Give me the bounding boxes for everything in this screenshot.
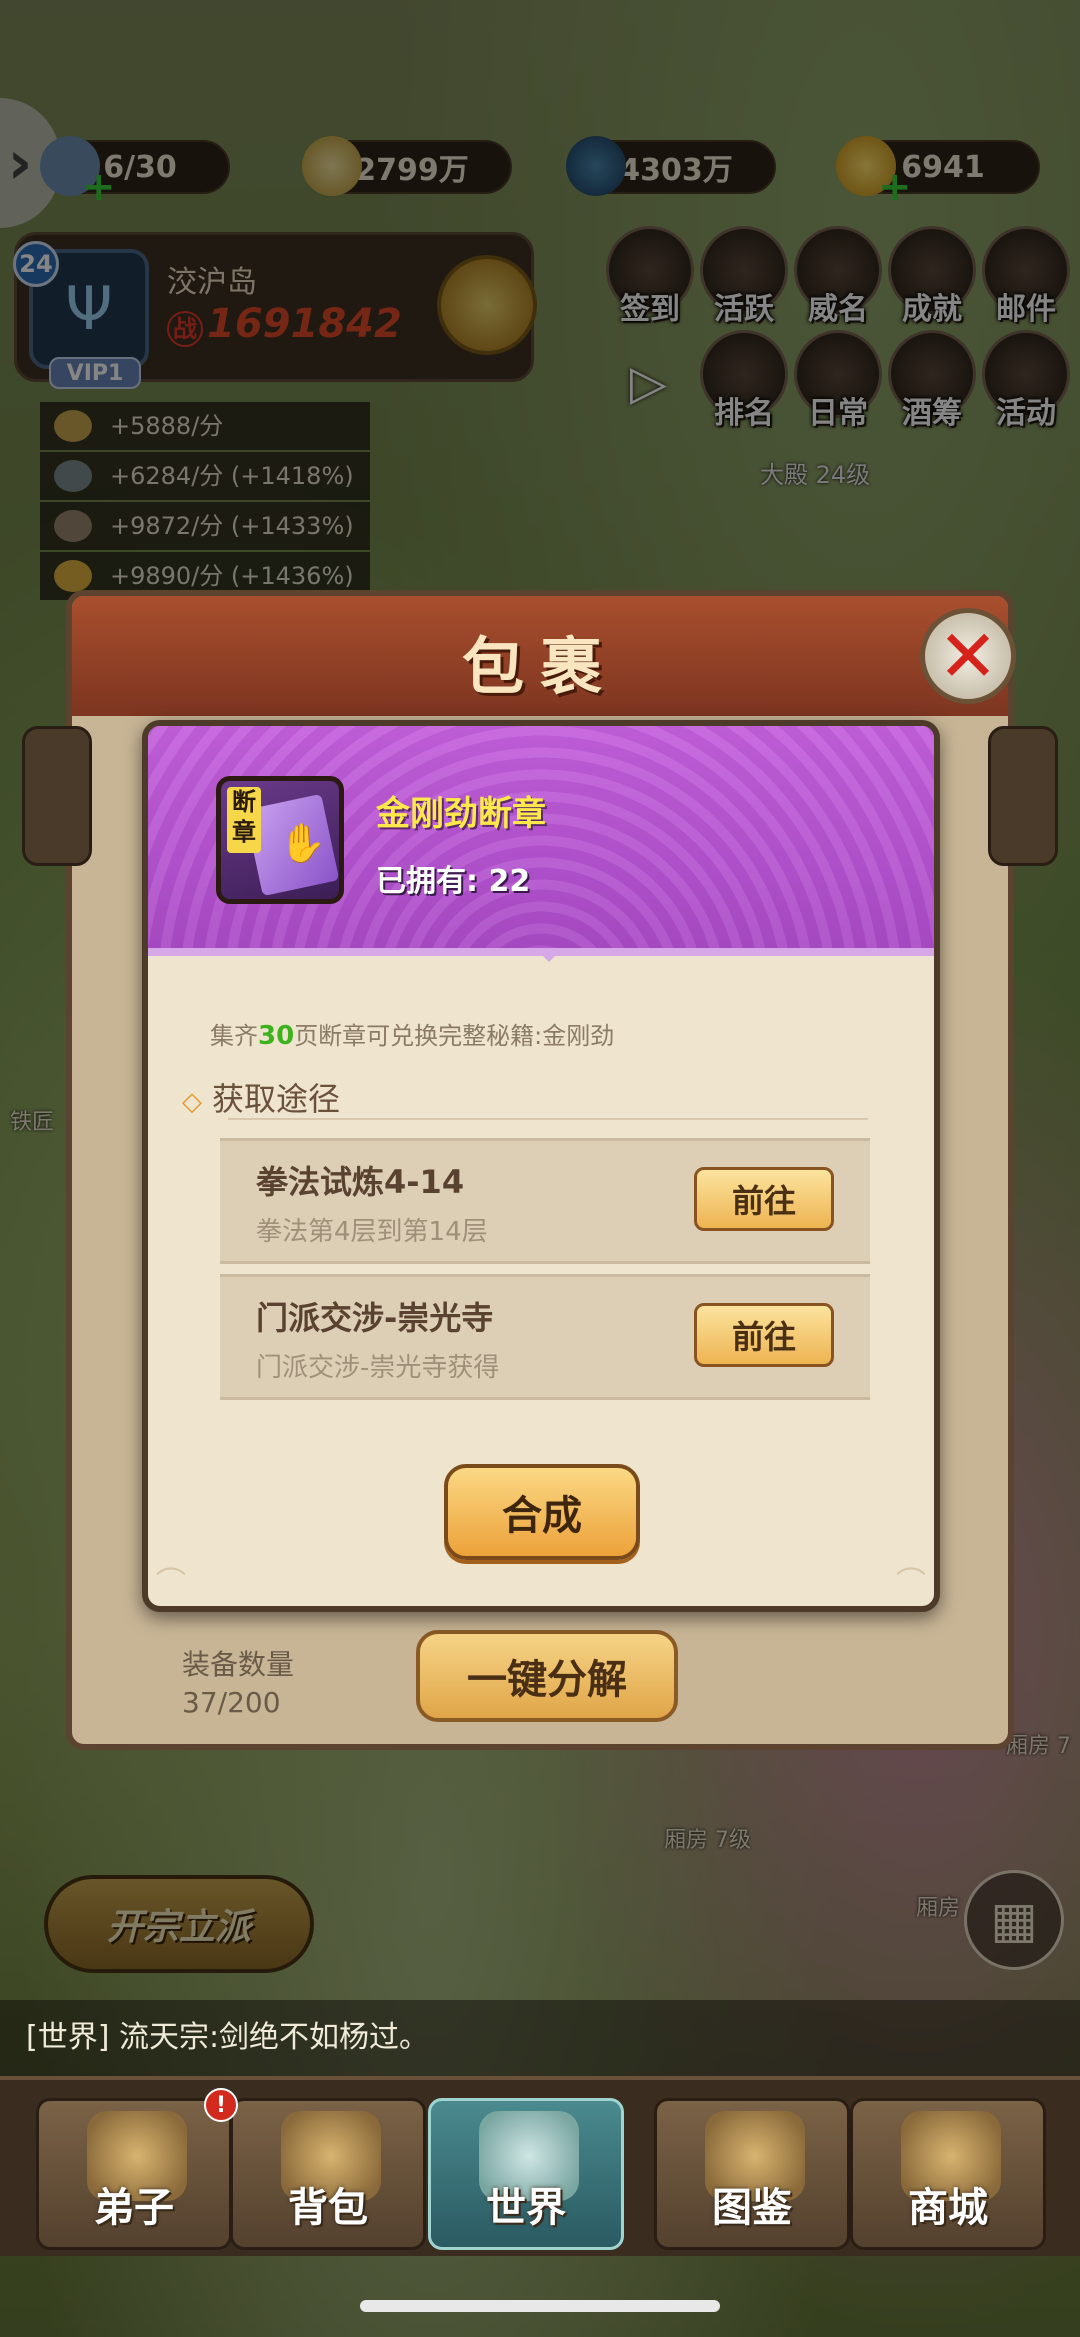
diamond-icon: ◇ <box>182 1087 202 1117</box>
section-divider <box>228 1118 868 1120</box>
fragment-tag: 断章 <box>227 787 261 853</box>
acquire-section-title: ◇ 获取途径 <box>182 1074 340 1120</box>
nav-label: 背包 <box>288 2185 368 2231</box>
nav-codex[interactable]: 图鉴 <box>654 2098 850 2250</box>
nav-label: 图鉴 <box>712 2185 792 2231</box>
equip-count-label: 装备数量 37/200 <box>182 1646 294 1722</box>
item-icon: 断章 ✋ <box>216 776 344 904</box>
divider-notch <box>537 950 561 962</box>
route-name: 拳法试炼4-14 <box>256 1163 465 1201</box>
route-subtitle: 拳法第4层到第14层 <box>256 1217 488 1247</box>
backpack-alert-badge: ! <box>204 2088 238 2122</box>
close-icon[interactable]: ✕ <box>920 608 1016 704</box>
nav-backpack[interactable]: 背包 <box>230 2098 426 2250</box>
craft-button[interactable]: 合成 <box>444 1464 640 1560</box>
go-button[interactable]: 前往 <box>694 1167 834 1231</box>
nav-label: 商城 <box>908 2185 988 2231</box>
item-owned-count: 已拥有: 22 <box>376 864 531 899</box>
bag-header: 包裹 <box>72 596 1008 716</box>
nav-disciples[interactable]: 弟子 <box>36 2098 232 2250</box>
world-chat-bar[interactable]: [世界] 流天宗:剑绝不如杨过。 <box>0 2000 1080 2076</box>
bag-title: 包裹 <box>461 630 618 703</box>
desc-prefix: 集齐 <box>210 1022 258 1050</box>
route-name: 门派交涉-崇光寺 <box>256 1299 494 1337</box>
nav-label: 世界 <box>486 2185 566 2231</box>
item-detail-modal: 断章 ✋ 金刚劲断章 已拥有: 22 集齐30页断章可兑换完整秘籍:金刚劲 ◇ 获… <box>142 720 940 1612</box>
nav-shop[interactable]: 商城 <box>850 2098 1046 2250</box>
go-button[interactable]: 前往 <box>694 1303 834 1367</box>
home-indicator[interactable] <box>360 2300 720 2312</box>
bag-slot[interactable] <box>22 726 92 866</box>
desc-suffix: 页断章可兑换完整秘籍:金刚劲 <box>294 1022 615 1050</box>
fragment-tag-text: 断章 <box>232 788 256 846</box>
desc-number: 30 <box>258 1021 295 1051</box>
bag-slot[interactable] <box>988 726 1058 866</box>
section-title-text: 获取途径 <box>212 1080 341 1118</box>
palm-icon: ✋ <box>279 821 327 865</box>
corner-ornament: ⌒ <box>156 1566 186 1601</box>
route-subtitle: 门派交涉-崇光寺获得 <box>256 1353 500 1383</box>
equip-count-value: 37/200 <box>182 1686 281 1719</box>
item-name: 金刚劲断章 <box>376 794 546 834</box>
decompose-all-button[interactable]: 一键分解 <box>416 1630 678 1722</box>
corner-ornament: ⌒ <box>896 1566 926 1601</box>
bottom-nav: 弟子 背包 世界 图鉴 商城 <box>0 2076 1080 2256</box>
nav-label: 弟子 <box>94 2185 174 2231</box>
acquire-route: 拳法试炼4-14 拳法第4层到第14层 前往 <box>220 1138 870 1264</box>
equip-label-text: 装备数量 <box>182 1648 295 1681</box>
acquire-route: 门派交涉-崇光寺 门派交涉-崇光寺获得 前往 <box>220 1274 870 1400</box>
nav-world[interactable]: 世界 <box>428 2098 624 2250</box>
item-description: 集齐30页断章可兑换完整秘籍:金刚劲 <box>210 1016 614 1051</box>
